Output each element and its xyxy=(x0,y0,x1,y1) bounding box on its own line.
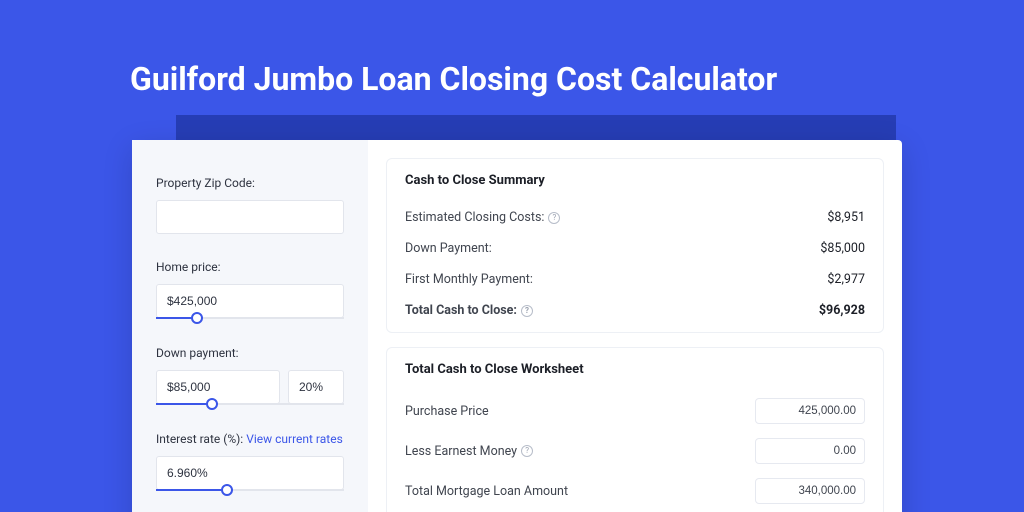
summary-row: Estimated Closing Costs:? $8,951 xyxy=(405,202,865,233)
interest-rate-label: Interest rate (%): View current rates xyxy=(156,432,344,446)
interest-rate-input[interactable] xyxy=(156,456,344,490)
home-price-label: Home price: xyxy=(156,260,344,274)
worksheet-row: Less Earnest Money? xyxy=(405,431,865,471)
worksheet-row-input[interactable] xyxy=(755,398,865,424)
cash-to-close-worksheet-card: Total Cash to Close Worksheet Purchase P… xyxy=(386,347,884,512)
zip-label: Property Zip Code: xyxy=(156,176,344,190)
worksheet-row: Purchase Price xyxy=(405,391,865,431)
down-payment-amount-input[interactable] xyxy=(156,370,280,404)
interest-rate-slider[interactable] xyxy=(156,490,344,492)
summary-row: Total Cash to Close:? $96,928 xyxy=(405,295,865,326)
worksheet-row: Total Mortgage Loan Amount xyxy=(405,471,865,511)
help-icon[interactable]: ? xyxy=(521,445,533,457)
worksheet-rows: Purchase Price Less Earnest Money? Total M… xyxy=(405,391,865,512)
zip-field: Property Zip Code: xyxy=(156,176,344,234)
worksheet-row-label: Purchase Price xyxy=(405,404,489,419)
home-price-slider[interactable] xyxy=(156,318,344,320)
slider-fill xyxy=(156,403,212,405)
worksheet-row-label: Total Mortgage Loan Amount xyxy=(405,484,568,499)
summary-row-value: $85,000 xyxy=(820,241,865,256)
slider-thumb[interactable] xyxy=(221,484,233,496)
page-title: Guilford Jumbo Loan Closing Cost Calcula… xyxy=(130,60,777,98)
help-icon[interactable]: ? xyxy=(548,212,560,224)
down-payment-percent-input[interactable] xyxy=(288,370,344,404)
worksheet-row-input[interactable] xyxy=(755,438,865,464)
slider-thumb[interactable] xyxy=(191,312,203,324)
input-sidebar: Property Zip Code: Home price: Down paym… xyxy=(132,140,368,512)
worksheet-heading: Total Cash to Close Worksheet xyxy=(405,362,865,377)
slider-thumb[interactable] xyxy=(206,398,218,410)
cash-to-close-summary-card: Cash to Close Summary Estimated Closing … xyxy=(386,158,884,333)
zip-input[interactable] xyxy=(156,200,344,234)
summary-row-label: Down Payment: xyxy=(405,241,492,256)
summary-row: First Monthly Payment: $2,977 xyxy=(405,264,865,295)
summary-row-label: Total Cash to Close:? xyxy=(405,303,533,318)
worksheet-row-label: Less Earnest Money? xyxy=(405,444,533,459)
home-price-input[interactable] xyxy=(156,284,344,318)
summary-heading: Cash to Close Summary xyxy=(405,173,865,188)
summary-row-value: $96,928 xyxy=(819,303,865,318)
summary-row-value: $2,977 xyxy=(827,272,865,287)
interest-rate-label-text: Interest rate (%): xyxy=(156,432,246,446)
results-main: Cash to Close Summary Estimated Closing … xyxy=(368,140,902,512)
summary-row-label: Estimated Closing Costs:? xyxy=(405,210,560,225)
help-icon[interactable]: ? xyxy=(521,305,533,317)
slider-fill xyxy=(156,489,227,491)
summary-rows: Estimated Closing Costs:? $8,951 Down Paym… xyxy=(405,202,865,326)
summary-row: Down Payment: $85,000 xyxy=(405,233,865,264)
down-payment-label: Down payment: xyxy=(156,346,344,360)
worksheet-row-input[interactable] xyxy=(755,478,865,504)
view-current-rates-link[interactable]: View current rates xyxy=(246,432,343,446)
interest-rate-field: Interest rate (%): View current rates xyxy=(156,432,344,492)
summary-row-value: $8,951 xyxy=(827,210,865,225)
summary-row-label: First Monthly Payment: xyxy=(405,272,533,287)
down-payment-field: Down payment: xyxy=(156,346,344,406)
down-payment-slider[interactable] xyxy=(156,404,344,406)
home-price-field: Home price: xyxy=(156,260,344,320)
calculator-panel: Property Zip Code: Home price: Down paym… xyxy=(132,140,902,512)
